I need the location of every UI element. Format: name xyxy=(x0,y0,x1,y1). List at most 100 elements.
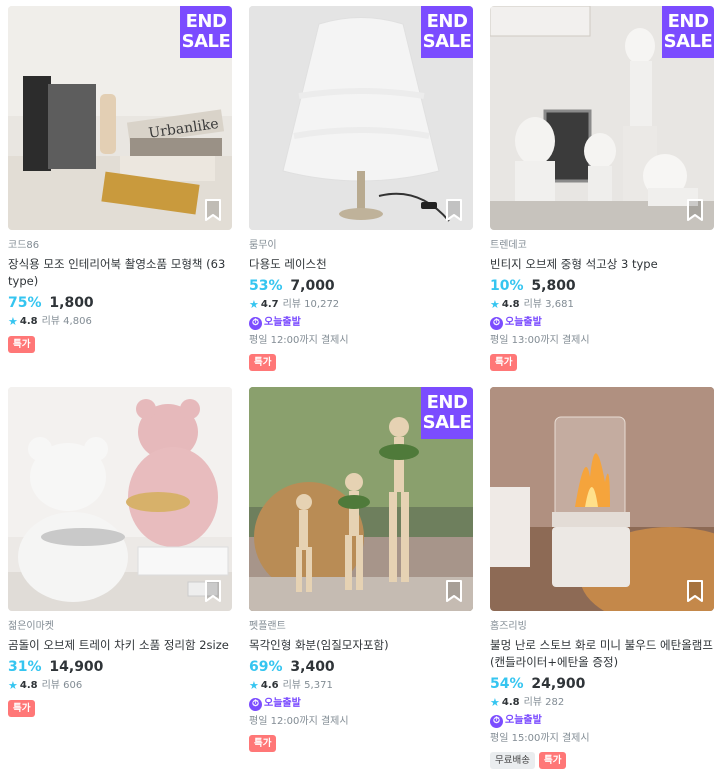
review-summary: ★ 4.8 리뷰 3,681 xyxy=(490,297,714,313)
today-departure-label: ⏱ 오늘출발 xyxy=(249,696,473,712)
special-price-tag: 특가 xyxy=(249,354,277,371)
brand-name[interactable]: 홈즈리빙 xyxy=(490,620,714,634)
price-row: 31% 14,900 xyxy=(8,657,232,677)
tag-list: 특가 xyxy=(249,354,473,371)
product-image[interactable]: END SALE xyxy=(249,387,473,611)
review-count: 리뷰 10,272 xyxy=(282,299,340,310)
end-sale-badge: END SALE xyxy=(662,6,714,58)
star-icon: ★ xyxy=(8,679,18,692)
payment-deadline: 평일 12:00까지 결제시 xyxy=(249,335,349,346)
product-name[interactable]: 목각인형 화분(임질모자포함) xyxy=(249,637,473,654)
departure-icon: ⏱ xyxy=(249,697,262,711)
free-shipping-tag: 무료배송 xyxy=(490,752,535,769)
star-icon: ★ xyxy=(249,298,259,311)
special-price-tag: 특가 xyxy=(490,354,518,371)
special-price-tag: 특가 xyxy=(249,735,277,752)
payment-deadline: 평일 15:00까지 결제시 xyxy=(490,733,590,744)
star-icon: ★ xyxy=(8,315,18,328)
product-name[interactable]: 장식용 모조 인테리어북 촬영소품 모형책 (63 type) xyxy=(8,256,232,290)
review-count: 리뷰 3,681 xyxy=(523,299,574,310)
product-card[interactable]: 홈즈리빙 불멍 난로 스토브 화로 미니 불우드 에탄올램프 (캔들라이터+에탄… xyxy=(490,387,714,769)
review-count: 리뷰 5,371 xyxy=(282,680,333,691)
bookmark-icon[interactable] xyxy=(684,198,706,222)
product-card[interactable]: END SALE 트렌데코 빈티지 오브제 중형 석고상 3 type 10% 5… xyxy=(490,6,714,371)
product-card[interactable]: 젊은이마켓 곰돌이 오브제 트레이 차키 소품 정리함 2size 31% 14… xyxy=(8,387,232,717)
bookmark-icon[interactable] xyxy=(443,198,465,222)
special-price-tag: 특가 xyxy=(538,752,567,769)
price: 1,800 xyxy=(49,295,94,311)
discount-rate: 31% xyxy=(8,659,42,675)
tag-list: 특가 xyxy=(8,336,232,353)
price-row: 53% 7,000 xyxy=(249,276,473,296)
price-row: 54% 24,900 xyxy=(490,674,714,694)
bookmark-icon[interactable] xyxy=(202,198,224,222)
product-image[interactable]: END SALE xyxy=(249,6,473,230)
product-image[interactable] xyxy=(490,387,714,611)
star-icon: ★ xyxy=(490,696,500,709)
rating-score: 4.6 xyxy=(260,680,279,691)
today-departure-label: ⏱ 오늘출발 xyxy=(249,315,473,331)
end-sale-badge: END SALE xyxy=(421,6,473,58)
discount-rate: 10% xyxy=(490,278,524,294)
brand-name[interactable]: 코드86 xyxy=(8,239,232,253)
rating-score: 4.8 xyxy=(501,697,520,708)
product-card[interactable]: END SALE 펫플랜트 목각인형 화분(임질모자포함) 69% 3,400 ★… xyxy=(249,387,473,752)
rating-score: 4.8 xyxy=(19,680,38,691)
rating-score: 4.7 xyxy=(260,299,279,310)
departure-icon: ⏱ xyxy=(249,316,262,330)
review-count: 리뷰 606 xyxy=(41,680,83,691)
today-departure-label: ⏱ 오늘출발 xyxy=(490,713,714,729)
review-summary: ★ 4.8 리뷰 282 xyxy=(490,695,714,711)
brand-name[interactable]: 룸무이 xyxy=(249,239,473,253)
discount-rate: 54% xyxy=(490,676,524,692)
price: 7,000 xyxy=(290,278,335,294)
today-departure-label: ⏱ 오늘출발 xyxy=(490,315,714,331)
tag-list: 특가 xyxy=(249,735,473,752)
star-icon: ★ xyxy=(490,298,500,311)
bookmark-icon[interactable] xyxy=(684,579,706,603)
price: 24,900 xyxy=(531,676,586,692)
discount-rate: 69% xyxy=(249,659,283,675)
product-image[interactable] xyxy=(8,387,232,611)
price-row: 75% 1,800 xyxy=(8,293,232,313)
departure-icon: ⏱ xyxy=(490,316,503,330)
product-image[interactable]: Urbanlike END SALE xyxy=(8,6,232,230)
product-card[interactable]: END SALE 룸무이 다용도 레이스천 53% 7,000 ★ 4.7 리뷰 … xyxy=(249,6,473,371)
rating-score: 4.8 xyxy=(19,316,38,327)
end-sale-badge: END SALE xyxy=(180,6,232,58)
brand-name[interactable]: 젊은이마켓 xyxy=(8,620,232,634)
departure-icon: ⏱ xyxy=(490,714,503,728)
review-summary: ★ 4.8 리뷰 606 xyxy=(8,678,232,694)
tag-list: 무료배송 특가 xyxy=(490,752,714,769)
product-name[interactable]: 곰돌이 오브제 트레이 차키 소품 정리함 2size xyxy=(8,637,232,654)
rating-score: 4.8 xyxy=(501,299,520,310)
price: 5,800 xyxy=(531,278,576,294)
tag-list: 특가 xyxy=(8,700,232,717)
product-card[interactable]: Urbanlike END SALE 코드86 장식용 모조 인테리어북 촬영소품… xyxy=(8,6,232,353)
price: 14,900 xyxy=(49,659,104,675)
bookmark-icon[interactable] xyxy=(202,579,224,603)
end-sale-badge: END SALE xyxy=(421,387,473,439)
special-price-tag: 특가 xyxy=(8,336,36,353)
tag-list: 특가 xyxy=(490,354,714,371)
price-row: 10% 5,800 xyxy=(490,276,714,296)
review-count: 리뷰 4,806 xyxy=(41,316,92,327)
review-summary: ★ 4.6 리뷰 5,371 xyxy=(249,678,473,694)
star-icon: ★ xyxy=(249,679,259,692)
bookmark-icon[interactable] xyxy=(443,579,465,603)
discount-rate: 75% xyxy=(8,295,42,311)
payment-deadline: 평일 12:00까지 결제시 xyxy=(249,716,349,727)
brand-name[interactable]: 트렌데코 xyxy=(490,239,714,253)
review-summary: ★ 4.8 리뷰 4,806 xyxy=(8,314,232,330)
special-price-tag: 특가 xyxy=(8,700,36,717)
payment-deadline: 평일 13:00까지 결제시 xyxy=(490,335,590,346)
brand-name[interactable]: 펫플랜트 xyxy=(249,620,473,634)
review-summary: ★ 4.7 리뷰 10,272 xyxy=(249,297,473,313)
review-count: 리뷰 282 xyxy=(523,697,565,708)
product-name[interactable]: 불멍 난로 스토브 화로 미니 불우드 에탄올램프 (캔들라이터+에탄올 증정) xyxy=(490,637,714,671)
product-name[interactable]: 빈티지 오브제 중형 석고상 3 type xyxy=(490,256,714,273)
product-image[interactable]: END SALE xyxy=(490,6,714,230)
product-name[interactable]: 다용도 레이스천 xyxy=(249,256,473,273)
discount-rate: 53% xyxy=(249,278,283,294)
price-row: 69% 3,400 xyxy=(249,657,473,677)
